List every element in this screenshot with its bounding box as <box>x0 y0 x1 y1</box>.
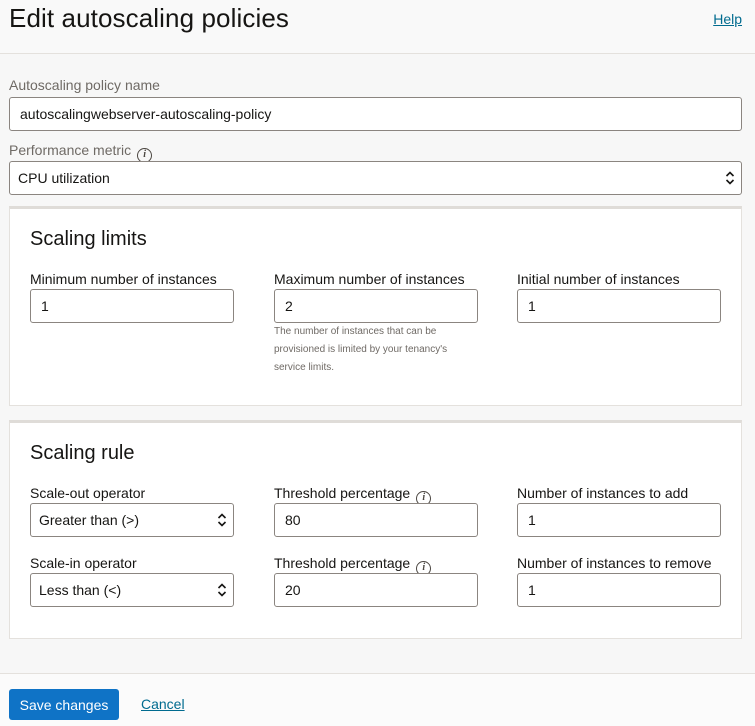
performance-metric-select[interactable]: CPU utilization <box>9 161 742 195</box>
scale-in-threshold-label-text: Threshold percentage <box>274 555 411 571</box>
edit-autoscaling-page: Edit autoscaling policies Help Autoscali… <box>0 0 755 726</box>
policy-name-label: Autoscaling policy name <box>9 77 160 93</box>
scale-in-operator-value: Less than (<) <box>39 582 122 598</box>
scaling-limits-title: Scaling limits <box>30 228 147 250</box>
hint-line: provisioned is limited by your tenancy's <box>274 344 448 355</box>
scale-in-operator-label: Scale-in operator <box>30 555 137 571</box>
min-instances-label: Minimum number of instances <box>30 271 217 287</box>
scale-in-threshold-input[interactable]: 20 <box>274 573 478 607</box>
performance-metric-label: Performance metric i <box>9 142 153 163</box>
instances-to-remove-input[interactable]: 1 <box>517 573 721 607</box>
instances-to-add-label: Number of instances to add <box>517 485 689 501</box>
updown-chevron-icon <box>725 171 735 185</box>
scale-out-threshold-input[interactable]: 80 <box>274 503 478 537</box>
page-footer: Save changes Cancel <box>0 673 755 726</box>
scale-out-operator-label: Scale-out operator <box>30 485 146 501</box>
scale-out-operator-select[interactable]: Greater than (>) <box>30 503 234 537</box>
cancel-link[interactable]: Cancel <box>141 696 185 712</box>
scale-out-operator-value: Greater than (>) <box>39 512 139 528</box>
min-instances-input[interactable]: 1 <box>30 289 234 323</box>
max-instances-label: Maximum number of instances <box>274 271 465 287</box>
page-title: Edit autoscaling policies <box>9 3 289 33</box>
policy-name-input[interactable]: autoscalingwebserver-autoscaling-policy <box>9 97 742 131</box>
help-link[interactable]: Help <box>713 11 742 27</box>
scaling-rule-title: Scaling rule <box>30 442 135 464</box>
initial-instances-input[interactable]: 1 <box>517 289 721 323</box>
form-body: Autoscaling policy name autoscalingwebse… <box>0 55 755 672</box>
updown-chevron-icon <box>217 583 227 597</box>
page-header: Edit autoscaling policies Help <box>0 0 755 54</box>
instances-to-add-input[interactable]: 1 <box>517 503 721 537</box>
hint-line: service limits. <box>274 362 335 373</box>
max-instances-input[interactable]: 2 <box>274 289 478 323</box>
save-changes-button[interactable]: Save changes <box>9 689 119 720</box>
initial-instances-label: Initial number of instances <box>517 271 680 287</box>
scaling-rule-panel: Scaling rule Scale-out operator Greater … <box>9 420 742 639</box>
scaling-limits-panel: Scaling limits Minimum number of instanc… <box>9 206 742 406</box>
updown-chevron-icon <box>217 513 227 527</box>
performance-metric-label-text: Performance metric <box>9 142 132 158</box>
instances-to-remove-label: Number of instances to remove <box>517 555 712 571</box>
performance-metric-value: CPU utilization <box>18 170 110 186</box>
scale-in-operator-select[interactable]: Less than (<) <box>30 573 234 607</box>
scale-out-threshold-label-text: Threshold percentage <box>274 485 411 501</box>
hint-line: The number of instances that can be <box>274 326 437 337</box>
max-instances-hint: The number of instances that can be prov… <box>274 323 484 377</box>
